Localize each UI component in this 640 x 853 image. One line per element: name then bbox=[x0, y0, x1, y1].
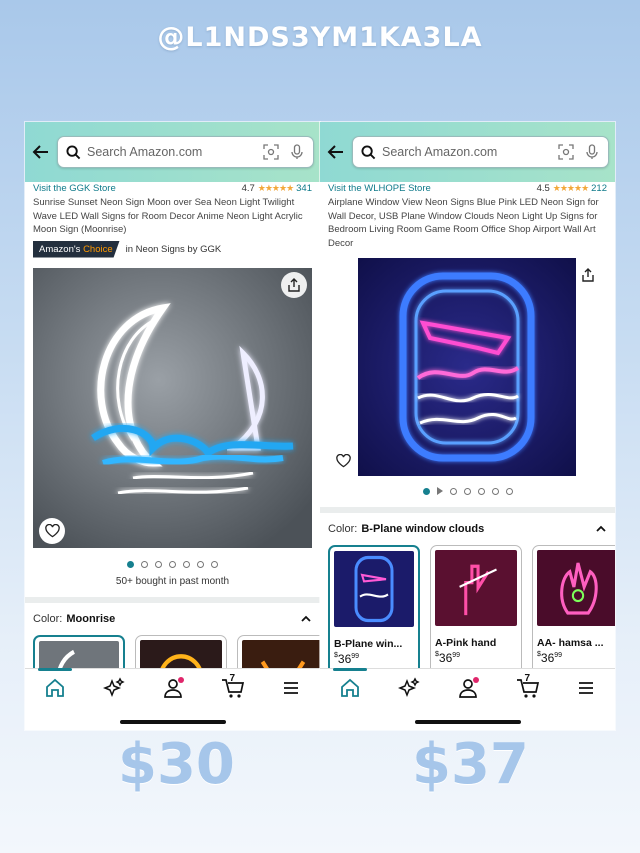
menu-icon[interactable] bbox=[280, 677, 302, 699]
rating-value: 4.5 bbox=[536, 183, 550, 194]
carousel-dot[interactable] bbox=[422, 487, 430, 495]
divider bbox=[320, 507, 615, 513]
store-link[interactable]: Visit the WLHOPE Store bbox=[328, 183, 431, 194]
account-icon[interactable] bbox=[457, 677, 479, 699]
video-play-icon[interactable] bbox=[436, 487, 443, 495]
carousel-dot[interactable] bbox=[211, 560, 218, 568]
search-bar[interactable] bbox=[57, 136, 314, 168]
creator-handle: @L1NDS3YM1KA3LA bbox=[157, 22, 483, 53]
color-value: Moonrise bbox=[66, 612, 116, 625]
store-link[interactable]: Visit the GGK Store bbox=[33, 183, 116, 194]
camera-scan-icon[interactable] bbox=[263, 144, 279, 160]
account-icon[interactable] bbox=[162, 677, 184, 699]
choice-word: Choice bbox=[83, 243, 113, 255]
swatch-price: $3699 bbox=[334, 652, 360, 666]
home-icon[interactable] bbox=[332, 668, 367, 699]
sparkle-icon[interactable] bbox=[102, 677, 125, 699]
rating-count[interactable]: 212 bbox=[591, 183, 607, 194]
search-input[interactable] bbox=[87, 145, 253, 159]
amazons-choice-badge: Amazon's Choice bbox=[33, 240, 120, 258]
back-arrow-icon[interactable] bbox=[31, 142, 51, 162]
carousel-dot[interactable] bbox=[477, 487, 485, 495]
carousel-dot[interactable] bbox=[449, 487, 457, 495]
swatch-hamsa[interactable]: AA- hamsa ... $3699 bbox=[532, 545, 615, 675]
home-indicator bbox=[119, 720, 226, 724]
divider bbox=[25, 596, 320, 603]
color-value: B-Plane window clouds bbox=[361, 523, 485, 535]
swatch-pink-hand[interactable]: A-Pink hand $3699 bbox=[430, 545, 522, 675]
carousel-dot[interactable] bbox=[169, 560, 176, 568]
carousel-dot[interactable] bbox=[505, 487, 513, 495]
left-screenshot: Visit the GGK Store 4.7 ★★★★★ 341 Sunris… bbox=[25, 122, 320, 730]
chevron-up-icon[interactable] bbox=[300, 613, 312, 625]
share-icon[interactable] bbox=[281, 271, 307, 298]
swatch-price: $3699 bbox=[435, 651, 461, 665]
color-selector-header[interactable]: Color: B-Plane window clouds bbox=[328, 523, 607, 535]
image-carousel-dots[interactable] bbox=[33, 560, 312, 568]
color-label: Color: bbox=[328, 523, 358, 535]
camera-scan-icon[interactable] bbox=[558, 144, 574, 160]
bottom-navigation: 7 bbox=[25, 668, 320, 730]
choice-category: in Neon Signs by GGK bbox=[125, 243, 222, 255]
product-image[interactable] bbox=[33, 267, 312, 548]
swatch-name: AA- hamsa ... bbox=[537, 637, 604, 649]
cart-count: 7 bbox=[524, 673, 531, 684]
wishlist-heart-icon[interactable] bbox=[330, 448, 356, 474]
search-icon bbox=[66, 144, 81, 159]
microphone-icon[interactable] bbox=[289, 144, 305, 160]
swatch-price: $3699 bbox=[537, 651, 563, 665]
rating-value: 4.7 bbox=[241, 183, 255, 194]
carousel-dot[interactable] bbox=[141, 560, 148, 568]
product-title: Sunrise Sunset Neon Sign Moon over Sea N… bbox=[33, 197, 303, 235]
home-indicator bbox=[414, 720, 521, 724]
rating[interactable]: 4.5 ★★★★★ 212 bbox=[537, 183, 607, 194]
swatch-plane-window[interactable]: B-Plane win... $3699 bbox=[328, 545, 420, 675]
notification-dot bbox=[177, 677, 184, 683]
swatch-name: B-Plane win... bbox=[334, 638, 403, 650]
star-rating-icon: ★★★★★ bbox=[257, 183, 294, 193]
carousel-dot[interactable] bbox=[155, 560, 162, 568]
product-title: Airplane Window View Neon Signs Blue Pin… bbox=[328, 197, 599, 249]
menu-icon[interactable] bbox=[575, 677, 597, 699]
microphone-icon[interactable] bbox=[584, 144, 600, 160]
notification-dot bbox=[472, 677, 479, 683]
left-price-overlay: $30 bbox=[118, 732, 235, 797]
star-rating-icon: ★★★★★ bbox=[552, 183, 589, 193]
rating-count[interactable]: 341 bbox=[296, 183, 312, 194]
cart-count: 7 bbox=[229, 673, 236, 684]
right-price-overlay: $37 bbox=[412, 732, 529, 797]
back-arrow-icon[interactable] bbox=[326, 142, 346, 162]
right-screenshot: Visit the WLHOPE Store 4.5 ★★★★★ 212 Air… bbox=[320, 122, 615, 730]
sparkle-icon[interactable] bbox=[397, 677, 420, 699]
wishlist-heart-icon[interactable] bbox=[39, 517, 65, 544]
share-icon[interactable] bbox=[575, 262, 601, 288]
product-image[interactable] bbox=[328, 258, 607, 483]
search-header bbox=[25, 122, 320, 182]
home-icon[interactable] bbox=[37, 668, 72, 699]
search-bar[interactable] bbox=[352, 136, 609, 168]
bought-count: 50+ bought in past month bbox=[115, 575, 230, 587]
search-icon bbox=[361, 144, 376, 159]
color-label: Color: bbox=[33, 612, 63, 625]
carousel-dot[interactable] bbox=[491, 487, 499, 495]
carousel-dot[interactable] bbox=[463, 487, 471, 495]
search-input[interactable] bbox=[382, 145, 548, 159]
carousel-dot[interactable] bbox=[183, 560, 190, 568]
swatch-name: A-Pink hand bbox=[435, 637, 497, 649]
chevron-up-icon[interactable] bbox=[595, 523, 607, 535]
search-header bbox=[320, 122, 615, 182]
cart-icon[interactable]: 7 bbox=[516, 673, 539, 699]
cart-icon[interactable]: 7 bbox=[221, 673, 244, 699]
carousel-dot[interactable] bbox=[197, 560, 204, 568]
image-carousel-dots[interactable] bbox=[328, 487, 607, 495]
bottom-navigation: 7 bbox=[320, 668, 615, 730]
choice-prefix: Amazon's bbox=[39, 243, 81, 255]
rating[interactable]: 4.7 ★★★★★ 341 bbox=[242, 183, 312, 194]
color-selector-header[interactable]: Color: Moonrise bbox=[33, 613, 312, 625]
color-swatches: B-Plane win... $3699 A-Pink hand $3699 A… bbox=[328, 545, 615, 675]
carousel-dot[interactable] bbox=[127, 560, 134, 568]
